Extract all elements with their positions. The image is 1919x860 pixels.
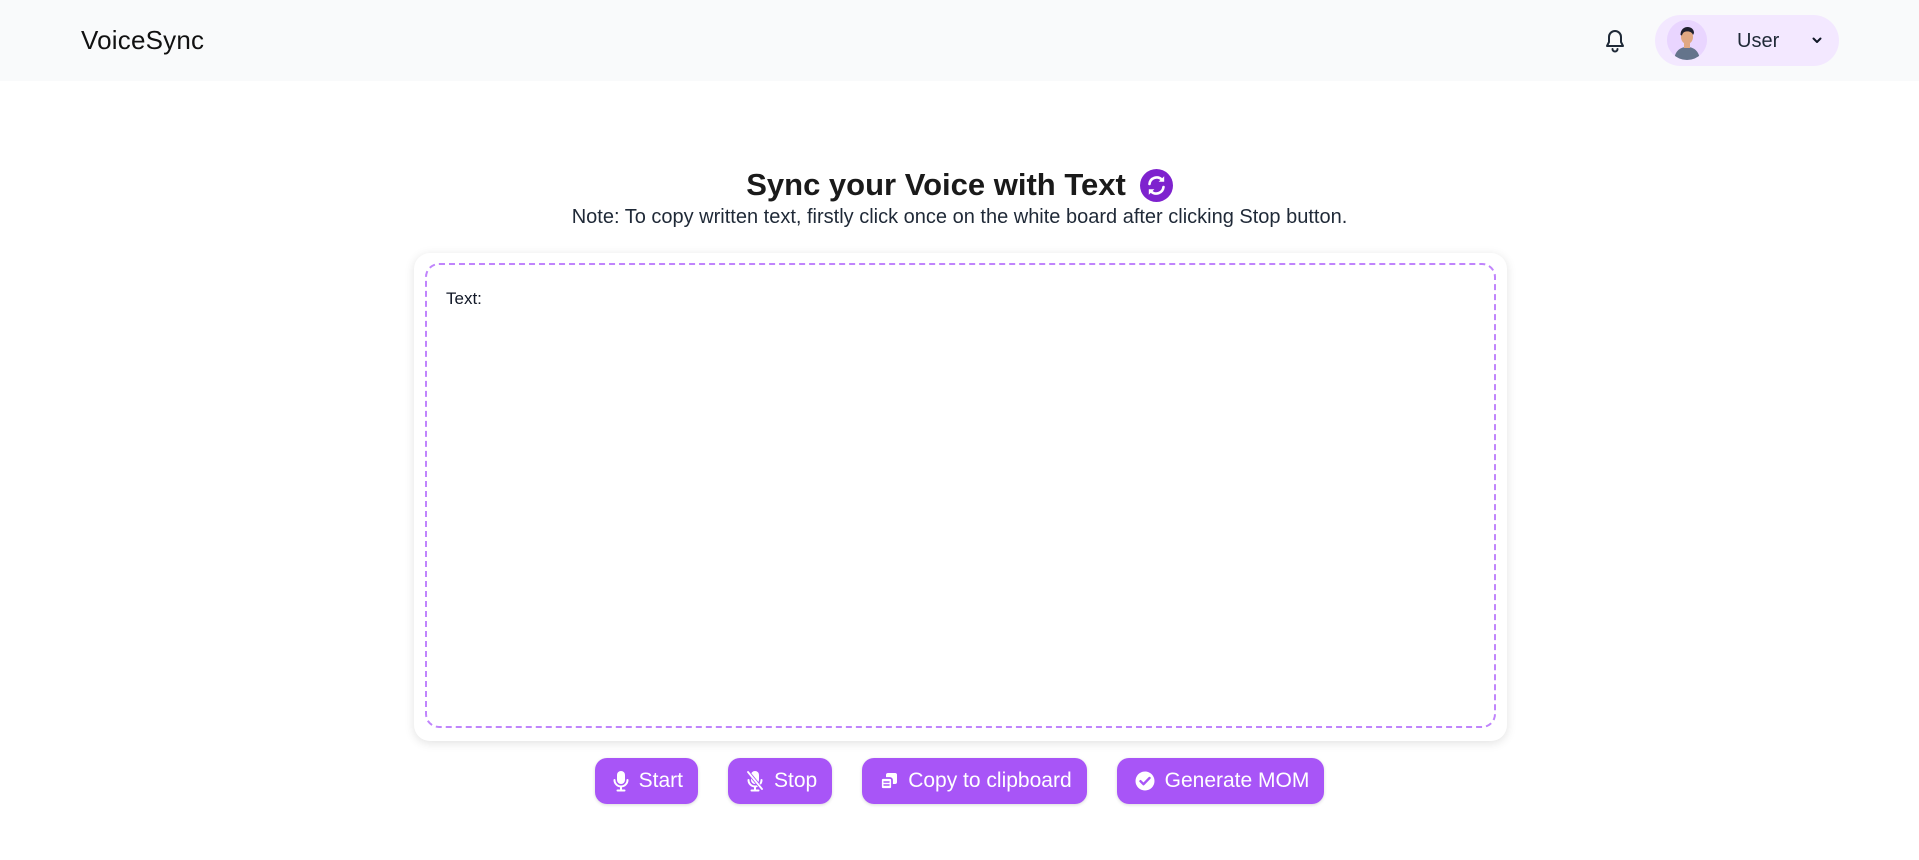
app-logo[interactable]: VoiceSync: [81, 25, 204, 56]
avatar: [1667, 20, 1707, 60]
check-circle-icon: [1135, 771, 1155, 791]
user-name: User: [1737, 30, 1780, 52]
chevron-down-icon: [1812, 37, 1822, 43]
generate-mom-button-label: Generate MOM: [1164, 769, 1310, 792]
transcript-whiteboard[interactable]: Text:: [425, 263, 1496, 728]
instruction-note: Note: To copy written text, firstly clic…: [571, 206, 1348, 228]
microphone-icon: [613, 771, 629, 792]
copy-icon: [880, 773, 898, 790]
start-button[interactable]: Start: [594, 758, 698, 804]
transcript-label: Text:: [446, 289, 482, 308]
top-navbar: VoiceSync User: [0, 0, 1919, 81]
stop-button[interactable]: Stop: [728, 758, 833, 804]
copy-to-clipboard-button[interactable]: Copy to clipboard: [862, 758, 1087, 804]
microphone-off-icon: [746, 770, 764, 792]
copy-button-label: Copy to clipboard: [908, 769, 1072, 792]
transcript-card: Text:: [414, 253, 1507, 741]
user-menu-button[interactable]: User: [1655, 15, 1839, 66]
generate-mom-button[interactable]: Generate MOM: [1116, 758, 1325, 804]
stop-button-label: Stop: [774, 769, 818, 792]
page-title: Sync your Voice with Text: [746, 167, 1126, 202]
notifications-button[interactable]: [1601, 26, 1629, 56]
bell-icon: [1606, 30, 1624, 53]
sync-icon: [1139, 168, 1173, 202]
page-heading: Sync your Voice with Text: [0, 163, 1919, 207]
start-button-label: Start: [638, 769, 683, 792]
action-toolbar: Start Stop Copy to clipboard Generate MO…: [0, 758, 1919, 804]
